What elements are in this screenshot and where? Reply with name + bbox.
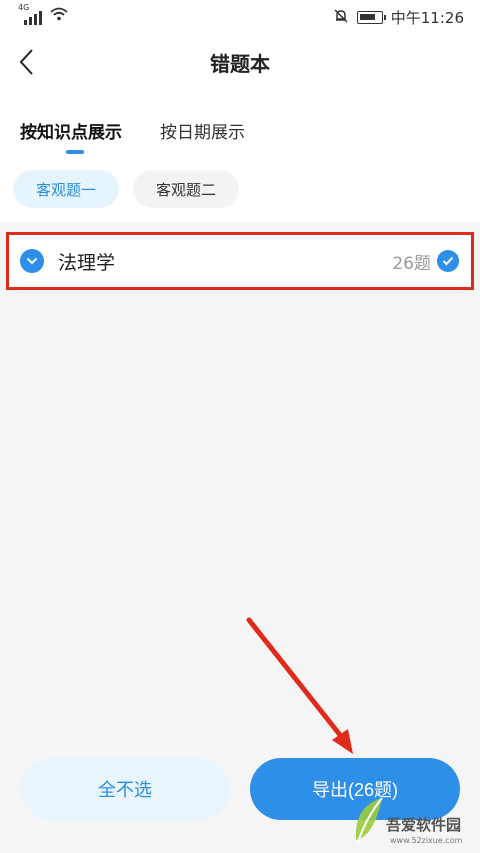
network-type: 4G	[18, 3, 30, 12]
status-bar: 4G 中午11:26	[0, 0, 480, 34]
watermark: 吾爱软件园 www.52zixue.com	[352, 782, 476, 850]
active-tab-indicator	[66, 150, 84, 154]
leaf-logo-icon	[355, 797, 383, 843]
tab-by-date[interactable]: 按日期展示	[160, 118, 245, 143]
chevron-down-icon[interactable]	[20, 249, 44, 273]
deselect-all-button[interactable]: 全不选	[20, 758, 230, 820]
wifi-icon	[50, 7, 68, 25]
battery-icon	[356, 11, 386, 24]
chip-objective-1[interactable]: 客观题一	[13, 170, 120, 208]
checkmark-icon[interactable]	[437, 250, 459, 272]
view-tabs: 按知识点展示 按日期展示	[20, 118, 245, 143]
chip-objective-2[interactable]: 客观题二	[133, 170, 240, 208]
signal-icon	[24, 11, 42, 25]
status-right: 中午11:26	[333, 7, 464, 28]
watermark-name: 吾爱软件园	[386, 816, 462, 834]
page-title: 错题本	[210, 52, 270, 76]
tab-by-knowledge-point[interactable]: 按知识点展示	[20, 118, 122, 143]
subject-name: 法理学	[58, 251, 116, 274]
clock: 中午11:26	[390, 9, 464, 27]
watermark-url: www.52zixue.com	[390, 836, 463, 845]
question-type-chips: 客观题一 客观题二	[13, 170, 240, 208]
status-left: 4G	[18, 3, 68, 25]
question-count: 26题	[392, 253, 431, 274]
bell-off-icon	[333, 8, 349, 28]
subject-row[interactable]: 法理学 26题	[6, 232, 474, 290]
